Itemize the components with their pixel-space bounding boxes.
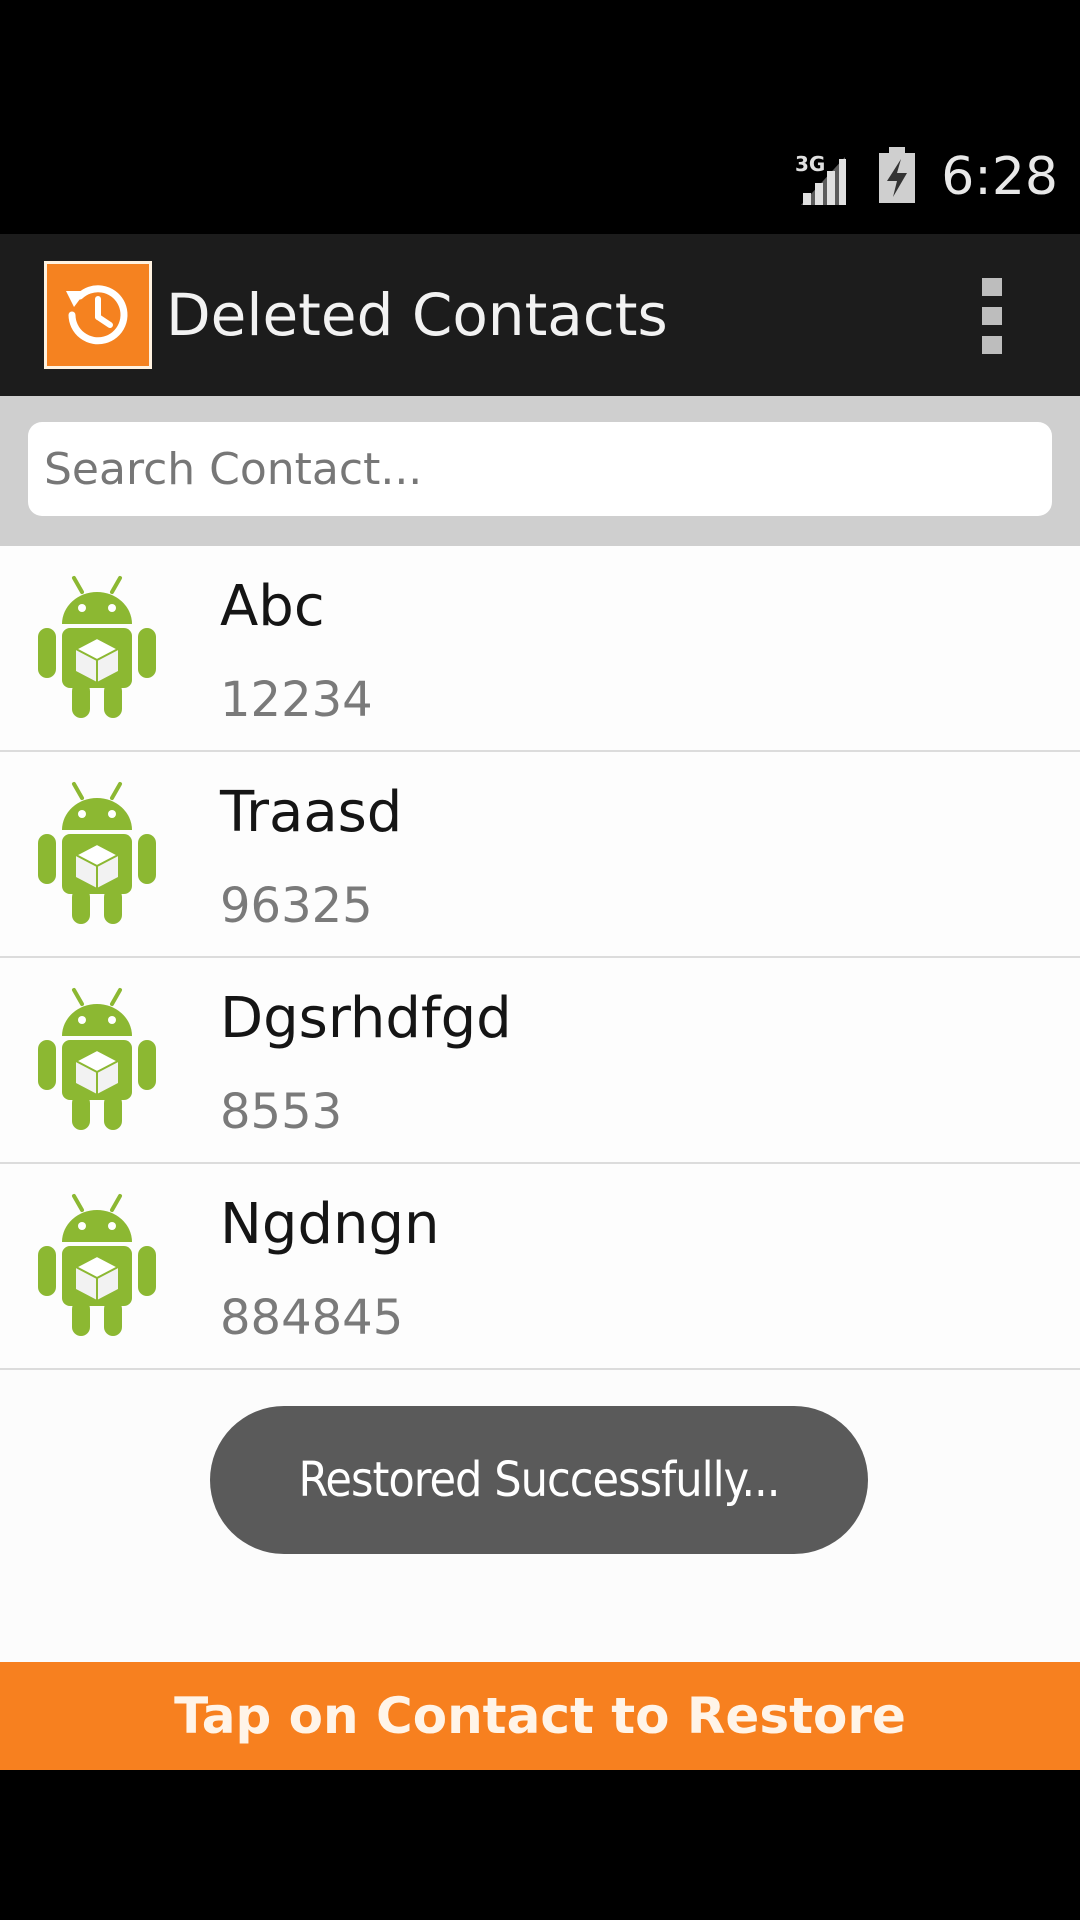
overflow-dot — [982, 336, 1002, 354]
contact-number: 96325 — [220, 878, 373, 934]
signal-icon: 3G — [793, 149, 853, 205]
status-clock: 6:28 — [941, 147, 1058, 207]
overflow-dot — [982, 307, 1002, 325]
restore-clock-icon[interactable] — [44, 261, 152, 369]
contact-name: Traasd — [220, 780, 403, 845]
restore-hint-banner: Tap on Contact to Restore — [0, 1662, 1080, 1770]
contact-name: Ngdngn — [220, 1192, 440, 1257]
search-bar — [0, 396, 1080, 546]
contact-number: 12234 — [220, 672, 373, 728]
page-title: Deleted Contacts — [166, 281, 668, 349]
overflow-dot — [982, 278, 1002, 296]
top-black-area — [0, 0, 1080, 120]
android-icon — [38, 576, 156, 718]
action-bar: Deleted Contacts — [0, 234, 1080, 396]
contact-row[interactable]: Dgsrhdfgd 8553 — [0, 958, 1080, 1164]
contact-number: 884845 — [220, 1290, 404, 1346]
status-bar: 3G 6:28 — [0, 120, 1080, 234]
contact-name: Dgsrhdfgd — [220, 986, 512, 1051]
android-icon — [38, 988, 156, 1130]
toast-message: Restored Successfully... — [210, 1406, 868, 1554]
contact-row[interactable]: Traasd 96325 — [0, 752, 1080, 958]
android-icon — [38, 782, 156, 924]
contact-row[interactable]: Ngdngn 884845 — [0, 1164, 1080, 1370]
search-input[interactable] — [28, 422, 1052, 516]
android-icon — [38, 1194, 156, 1336]
bottom-black-area — [0, 1770, 1080, 1920]
overflow-menu-icon[interactable] — [980, 278, 1004, 354]
battery-charging-icon — [879, 147, 916, 207]
contact-name: Abc — [220, 574, 325, 639]
contact-row[interactable]: Abc 12234 — [0, 546, 1080, 752]
contact-number: 8553 — [220, 1084, 343, 1140]
network-type-label: 3G — [795, 152, 825, 176]
